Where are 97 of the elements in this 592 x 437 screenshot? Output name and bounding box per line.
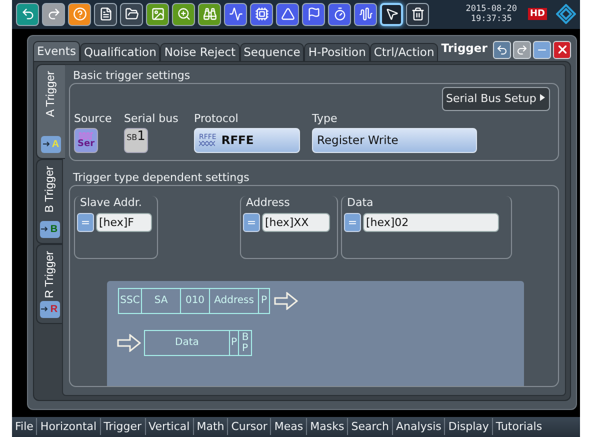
side-tab[interactable]: A Trigger A: [36, 64, 65, 159]
undo-icon: [20, 7, 34, 22]
menu-item[interactable]: Masks: [306, 418, 348, 436]
triangle-icon: [280, 7, 294, 22]
document-button[interactable]: [94, 2, 117, 26]
field-label: Protocol: [194, 112, 240, 125]
zoom-icon: [176, 7, 190, 22]
frame-field: P: [258, 288, 270, 314]
group-title: Trigger type dependent settings: [73, 170, 250, 185]
timer-icon: [332, 7, 346, 22]
tab[interactable]: Ctrl/Action: [370, 42, 438, 61]
binoculars-icon: [202, 7, 216, 22]
caret-icon: [539, 93, 546, 102]
pointer-icon: [384, 7, 398, 22]
trigger-icon: R: [40, 300, 60, 318]
redo-button[interactable]: [513, 40, 532, 59]
tab[interactable]: Noise Reject: [160, 42, 240, 61]
flag-icon: [306, 7, 320, 22]
date-text: 2015-08-20: [466, 4, 517, 14]
value-field[interactable]: [hex]XX: [262, 212, 330, 232]
side-tab[interactable]: B Trigger B: [36, 158, 62, 244]
menu-item[interactable]: Trigger: [100, 418, 145, 436]
frame-field: Data: [144, 330, 230, 356]
group-title: Basic trigger settings: [73, 68, 192, 83]
time-text: 19:37:35: [470, 14, 512, 24]
redo-icon: [46, 7, 60, 22]
menu-item[interactable]: Tutorials: [492, 418, 546, 436]
diamond-logo-icon: [556, 4, 576, 24]
menu-item[interactable]: File: [12, 418, 36, 436]
menu-item[interactable]: Horizontal: [36, 418, 100, 436]
help-icon: [72, 7, 86, 22]
chip-button[interactable]: [250, 2, 273, 26]
tab[interactable]: H-Position: [304, 42, 370, 61]
field-label: Source: [74, 112, 113, 125]
close-button[interactable]: [553, 40, 572, 59]
waveform-icon: [79, 132, 93, 140]
image-button[interactable]: [146, 2, 169, 26]
waveform-button[interactable]: [224, 2, 247, 26]
menu-item[interactable]: Display: [444, 418, 492, 436]
field-label: Serial bus: [124, 112, 180, 125]
frame-field: BP: [238, 330, 252, 356]
field-label: Slave Addr.: [80, 196, 143, 209]
triangle-button[interactable]: [276, 2, 299, 26]
menu-item[interactable]: Meas: [270, 418, 306, 436]
frame-field: SSC: [118, 288, 142, 314]
trash-icon: [410, 7, 424, 22]
binoculars-button[interactable]: [198, 2, 221, 26]
spectrum-button[interactable]: [354, 2, 377, 26]
side-tab[interactable]: R Trigger R: [36, 244, 62, 324]
redo-button[interactable]: [42, 2, 65, 26]
menu-item[interactable]: Cursor: [227, 418, 270, 436]
tab[interactable]: Events: [33, 40, 80, 61]
help-button[interactable]: [68, 2, 91, 26]
undo-icon: [496, 44, 508, 56]
source-selector[interactable]: Ser: [74, 128, 98, 153]
value-field[interactable]: [hex]F: [96, 212, 152, 232]
flag-button[interactable]: [302, 2, 325, 26]
field-label: Type: [312, 112, 338, 125]
trigger-icon: B: [40, 220, 60, 238]
menu-item[interactable]: Math: [192, 418, 228, 436]
zoom-button[interactable]: [172, 2, 195, 26]
tab[interactable]: Sequence: [240, 42, 304, 61]
serial-bus-selector[interactable]: SB 1: [124, 128, 148, 153]
spectrum-icon: [358, 7, 372, 22]
menu-item[interactable]: Analysis: [392, 418, 444, 436]
menu-item[interactable]: Vertical: [144, 418, 193, 436]
serial-bus-setup-button[interactable]: Serial Bus Setup: [442, 86, 550, 111]
timer-button[interactable]: [328, 2, 351, 26]
trigger-icon: A: [41, 136, 61, 153]
trash-button[interactable]: [406, 2, 429, 26]
menu-item[interactable]: Search: [347, 418, 392, 436]
redo-icon: [516, 44, 528, 56]
value-field[interactable]: [hex]02: [363, 212, 499, 232]
waveform-icon: [199, 141, 215, 146]
undo-button[interactable]: [493, 40, 512, 59]
arrow-icon: [274, 292, 298, 310]
waveform-icon: [228, 7, 242, 22]
undo-button[interactable]: [16, 2, 39, 26]
type-dropdown[interactable]: Register Write: [312, 128, 477, 153]
tab[interactable]: Qualification: [80, 42, 160, 61]
minimize-button[interactable]: [533, 40, 552, 59]
field-label: Address: [246, 196, 291, 209]
image-icon: [150, 7, 164, 22]
pointer-button[interactable]: [380, 2, 403, 26]
frame-field: Address: [209, 288, 259, 314]
frame-field: SA: [141, 288, 181, 314]
frame-field: 010: [180, 288, 210, 314]
chip-icon: [254, 7, 268, 22]
dialog-title: Trigger: [441, 40, 488, 55]
close-icon: [556, 43, 569, 56]
folder-icon: [124, 7, 138, 22]
folder-button[interactable]: [120, 2, 143, 26]
arrow-icon: [117, 334, 141, 352]
field-label: Data: [347, 196, 374, 209]
hd-badge: HD: [528, 8, 547, 20]
frame-field: P: [229, 330, 240, 356]
document-icon: [98, 7, 112, 22]
